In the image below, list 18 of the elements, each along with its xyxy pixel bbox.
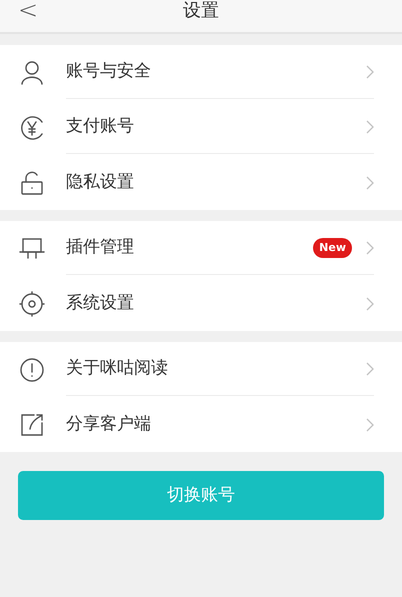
info-icon bbox=[18, 356, 46, 384]
row-label: 系统设置 bbox=[66, 292, 135, 315]
back-button[interactable]: < bbox=[18, 0, 38, 25]
new-badge: New bbox=[313, 238, 352, 258]
row-label: 关于咪咕阅读 bbox=[66, 357, 169, 380]
page-title: 设置 bbox=[183, 0, 219, 22]
chevron-icon bbox=[366, 65, 374, 79]
chevron-icon bbox=[366, 176, 374, 190]
chevron-icon bbox=[366, 120, 374, 134]
chevron-icon bbox=[366, 362, 374, 376]
row-label: 账号与安全 bbox=[66, 60, 152, 84]
chevron-icon bbox=[366, 241, 374, 255]
row-label: 插件管理 bbox=[66, 236, 135, 260]
row-label: 支付账号 bbox=[66, 115, 135, 138]
row-label: 隐私设置 bbox=[66, 170, 135, 194]
row-label: 分享客户端 bbox=[66, 412, 152, 436]
chevron-icon bbox=[366, 296, 374, 310]
chevron-icon bbox=[366, 418, 374, 432]
